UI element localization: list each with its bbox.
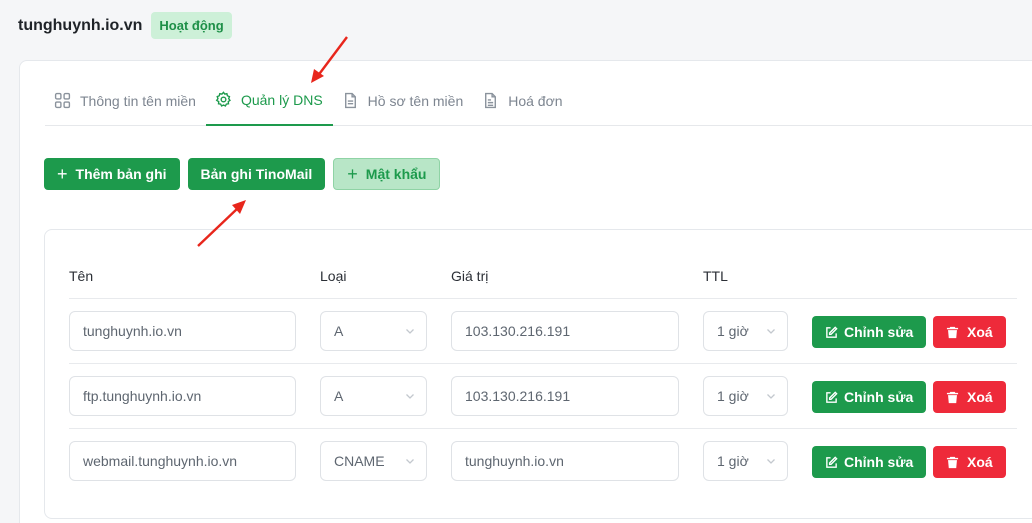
column-header-value: Giá trị [451,268,489,284]
record-ttl-value: 1 giờ [717,453,749,469]
record-value-input[interactable]: tunghuynh.io.vn [451,441,679,481]
edit-label: Chỉnh sửa [844,324,914,340]
domain-title: tunghuynh.io.vn [18,16,143,34]
tab-domain-info[interactable]: Thông tin tên miền [45,61,206,126]
column-header-ttl: TTL [703,268,728,284]
row-divider [69,298,1017,299]
chevron-down-icon [767,459,775,464]
record-type-value: A [334,323,344,339]
edit-label: Chỉnh sửa [844,454,914,470]
record-type-value: A [334,388,344,404]
record-ttl-value: 1 giờ [717,323,749,339]
record-ttl-select[interactable]: 1 giờ [703,441,788,481]
record-ttl-select[interactable]: 1 giờ [703,376,788,416]
tab-invoices[interactable]: Hoá đơn [473,61,572,126]
row-divider [69,428,1017,429]
edit-record-button[interactable]: Chỉnh sửa [812,446,927,478]
document-icon [344,92,356,109]
edit-record-button[interactable]: Chỉnh sửa [812,381,927,413]
tab-bar: Thông tin tên miền Quản lý DNS Hồ sơ tên… [45,61,1032,126]
password-button[interactable]: + Mật khẩu [333,158,441,190]
record-ttl-select[interactable]: 1 giờ [703,311,788,351]
plus-icon: + [57,164,68,184]
column-header-name: Tên [69,268,94,284]
password-label: Mật khẩu [365,166,427,182]
invoice-icon [485,92,497,109]
status-badge: Hoạt động [151,12,232,39]
chevron-down-icon [767,329,775,334]
dns-records-table: Tên Loại Giá trị TTL tunghuynh.io.vn A 1… [44,229,1032,519]
tab-label: Thông tin tên miền [80,92,196,109]
chevron-down-icon [406,459,414,464]
record-ttl-value: 1 giờ [717,388,749,404]
record-name-input[interactable]: tunghuynh.io.vn [69,311,296,351]
edit-record-button[interactable]: Chỉnh sửa [812,316,927,348]
record-name-input[interactable]: webmail.tunghuynh.io.vn [69,441,296,481]
page-header: tunghuynh.io.vn Hoạt động [18,12,232,39]
plus-icon: + [347,164,358,184]
add-record-label: Thêm bản ghi [75,166,167,182]
delete-label: Xoá [967,324,993,340]
chevron-down-icon [406,329,414,334]
annotation-arrow-icon [311,36,348,83]
trash-icon [946,456,959,468]
edit-label: Chỉnh sửa [844,389,914,405]
record-type-value: CNAME [334,453,385,469]
trash-icon [946,391,959,403]
tinomail-record-label: Bản ghi TinoMail [200,166,313,182]
delete-label: Xoá [967,454,993,470]
record-value-input[interactable]: 103.130.216.191 [451,376,679,416]
record-type-select[interactable]: CNAME [320,441,427,481]
action-bar: + Thêm bản ghi Bản ghi TinoMail + Mật kh… [44,158,441,190]
record-name-input[interactable]: ftp.tunghuynh.io.vn [69,376,296,416]
edit-icon [826,390,838,403]
delete-record-button[interactable]: Xoá [933,446,1006,478]
gear-icon [215,91,231,107]
delete-record-button[interactable]: Xoá [933,381,1006,413]
record-value-input[interactable]: 103.130.216.191 [451,311,679,351]
row-divider [69,363,1017,364]
edit-icon [826,325,838,338]
grid-icon [54,92,71,109]
add-record-button[interactable]: + Thêm bản ghi [44,158,180,190]
record-type-select[interactable]: A [320,376,427,416]
delete-label: Xoá [967,389,993,405]
delete-record-button[interactable]: Xoá [933,316,1006,348]
tab-label: Hồ sơ tên miền [367,92,464,109]
tab-label: Quản lý DNS [240,91,323,108]
edit-icon [826,455,838,468]
chevron-down-icon [406,394,414,399]
trash-icon [946,326,959,338]
tab-label: Hoá đơn [508,92,563,109]
tinomail-record-button[interactable]: Bản ghi TinoMail [187,158,326,190]
main-card: Thông tin tên miền Quản lý DNS Hồ sơ tên… [19,60,1032,523]
column-header-type: Loại [320,268,347,284]
chevron-down-icon [767,394,775,399]
record-type-select[interactable]: A [320,311,427,351]
annotation-arrow-icon [197,200,246,247]
